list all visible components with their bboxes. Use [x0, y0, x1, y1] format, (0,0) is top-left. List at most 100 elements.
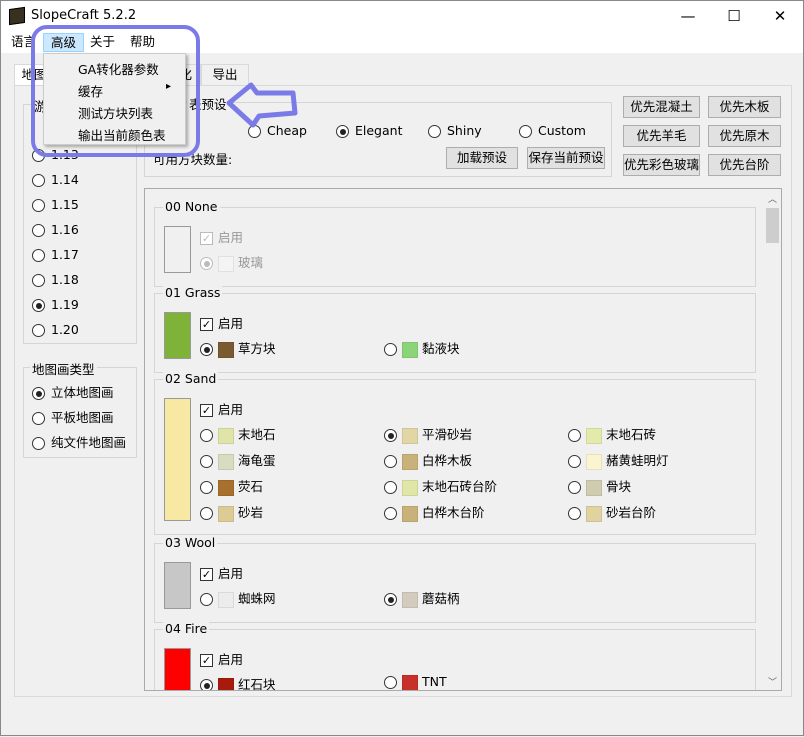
radio-button[interactable]: [32, 199, 45, 212]
radio-button[interactable]: [32, 249, 45, 262]
tab-export[interactable]: 导出: [201, 64, 249, 86]
radio-button[interactable]: [384, 593, 397, 606]
block-option[interactable]: 草方块: [200, 338, 276, 358]
block-option[interactable]: 白桦木板: [384, 450, 472, 470]
block-option[interactable]: TNT: [384, 674, 447, 690]
radio-button[interactable]: [248, 125, 261, 138]
radio-button[interactable]: [568, 507, 581, 520]
menu-item-export-color-table[interactable]: 输出当前颜色表: [78, 125, 166, 144]
radio-button[interactable]: [32, 274, 45, 287]
radio-button[interactable]: [32, 387, 45, 400]
menu-advanced[interactable]: 高级: [43, 33, 85, 52]
enable-checkbox[interactable]: ✓ 启用: [200, 227, 243, 246]
block-option[interactable]: 红石块: [200, 674, 276, 690]
radio-button[interactable]: [384, 429, 397, 442]
radio-button[interactable]: [336, 125, 349, 138]
radio-button[interactable]: [32, 224, 45, 237]
radio-button[interactable]: [428, 125, 441, 138]
scroll-down-icon[interactable]: ﹀: [768, 675, 777, 688]
radio-button[interactable]: [200, 679, 213, 690]
radio-button[interactable]: [200, 481, 213, 494]
block-option[interactable]: 蜘蛛网: [200, 588, 276, 608]
version-option[interactable]: 1.16: [32, 222, 79, 237]
menu-about[interactable]: 关于: [83, 33, 122, 52]
version-option[interactable]: 1.18: [32, 272, 79, 287]
radio-button[interactable]: [32, 437, 45, 450]
checkbox[interactable]: ✓: [200, 404, 213, 417]
block-option[interactable]: 白桦木台阶: [384, 502, 485, 522]
close-button[interactable]: ✕: [757, 1, 803, 31]
version-option[interactable]: 1.19: [32, 297, 79, 312]
radio-button[interactable]: [32, 324, 45, 337]
radio-button[interactable]: [32, 174, 45, 187]
scroll-up-icon[interactable]: ︿: [768, 192, 777, 205]
checkbox[interactable]: ✓: [200, 654, 213, 667]
menu-item-cache[interactable]: 缓存: [78, 81, 103, 100]
block-option[interactable]: 黏液块: [384, 338, 460, 358]
radio-button[interactable]: [200, 593, 213, 606]
block-option[interactable]: 平滑砂岩: [384, 424, 472, 444]
block-option[interactable]: 砂岩台阶: [568, 502, 656, 522]
radio-button[interactable]: [384, 676, 397, 689]
save-preset-button[interactable]: 保存当前预设: [527, 147, 605, 169]
block-option[interactable]: 末地石: [200, 424, 276, 444]
radio-button[interactable]: [384, 481, 397, 494]
preset-option[interactable]: Custom: [519, 123, 586, 138]
version-option[interactable]: 1.17: [32, 247, 79, 262]
radio-button[interactable]: [200, 257, 213, 270]
load-preset-button[interactable]: 加载预设: [446, 147, 518, 169]
block-option[interactable]: 赭黄蛙明灯: [568, 450, 669, 470]
version-option[interactable]: 1.14: [32, 172, 79, 187]
menu-item-test-block-list[interactable]: 测试方块列表: [78, 103, 153, 122]
block-option[interactable]: 砂岩: [200, 502, 263, 522]
menu-help[interactable]: 帮助: [123, 33, 162, 52]
enable-checkbox[interactable]: ✓ 启用: [200, 649, 243, 668]
menu-item-ga-params[interactable]: GA转化器参数: [78, 59, 159, 78]
version-option[interactable]: 1.15: [32, 197, 79, 212]
radio-button[interactable]: [200, 343, 213, 356]
minimize-button[interactable]: —: [665, 1, 711, 31]
scrollbar-thumb[interactable]: [766, 208, 779, 243]
radio-button[interactable]: [519, 125, 532, 138]
priority-button[interactable]: 优先木板: [708, 96, 781, 118]
radio-button[interactable]: [568, 429, 581, 442]
radio-button[interactable]: [200, 429, 213, 442]
block-option[interactable]: 海龟蛋: [200, 450, 276, 470]
radio-button[interactable]: [384, 507, 397, 520]
menu-language[interactable]: 语言: [4, 33, 43, 52]
radio-button[interactable]: [384, 343, 397, 356]
radio-button[interactable]: [200, 507, 213, 520]
block-option[interactable]: 玻璃: [200, 252, 263, 272]
block-option[interactable]: 蘑菇柄: [384, 588, 460, 608]
radio-button[interactable]: [32, 149, 45, 162]
preset-option[interactable]: Elegant: [336, 123, 402, 138]
preset-option[interactable]: Cheap: [248, 123, 307, 138]
radio-button[interactable]: [32, 299, 45, 312]
priority-button[interactable]: 优先台阶: [708, 154, 781, 176]
block-option[interactable]: 荧石: [200, 476, 263, 496]
radio-button[interactable]: [384, 455, 397, 468]
priority-button[interactable]: 优先原木: [708, 125, 781, 147]
radio-button[interactable]: [32, 412, 45, 425]
enable-checkbox[interactable]: ✓ 启用: [200, 399, 243, 418]
version-option[interactable]: 1.13: [32, 147, 79, 162]
map-type-option[interactable]: 平板地图画: [32, 407, 114, 426]
vertical-scrollbar[interactable]: ︿ ﹀: [764, 189, 781, 690]
radio-button[interactable]: [200, 455, 213, 468]
version-option[interactable]: 1.20: [32, 322, 79, 337]
priority-button[interactable]: 优先羊毛: [623, 125, 700, 147]
enable-checkbox[interactable]: ✓ 启用: [200, 313, 243, 332]
checkbox[interactable]: ✓: [200, 318, 213, 331]
radio-button[interactable]: [568, 455, 581, 468]
map-type-option[interactable]: 纯文件地图画: [32, 432, 126, 451]
priority-button[interactable]: 优先彩色玻璃: [623, 154, 700, 176]
checkbox[interactable]: ✓: [200, 232, 213, 245]
map-type-option[interactable]: 立体地图画: [32, 382, 114, 401]
radio-button[interactable]: [568, 481, 581, 494]
block-option[interactable]: 骨块: [568, 476, 631, 496]
block-list-scroll-area[interactable]: 00 None ✓ 启用 玻璃 01 Grass ✓ 启用 草方块 黏液块 02 Sand ✓ 启用末…: [144, 188, 782, 691]
preset-option[interactable]: Shiny: [428, 123, 482, 138]
maximize-button[interactable]: ☐: [711, 1, 757, 31]
enable-checkbox[interactable]: ✓ 启用: [200, 563, 243, 582]
priority-button[interactable]: 优先混凝土: [623, 96, 700, 118]
